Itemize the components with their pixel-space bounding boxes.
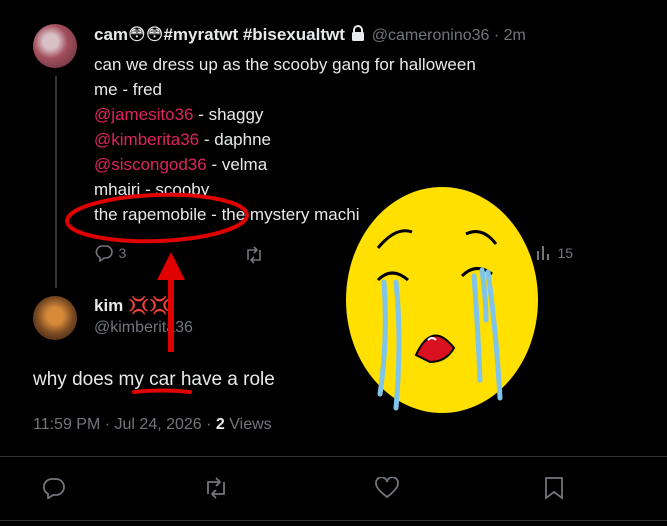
red-arrow-annotation (157, 252, 185, 352)
crying-face-emoji (346, 187, 538, 413)
red-underline-annotation (132, 388, 192, 394)
annotation-overlay (65, 187, 538, 413)
red-circle-annotation (65, 192, 249, 244)
